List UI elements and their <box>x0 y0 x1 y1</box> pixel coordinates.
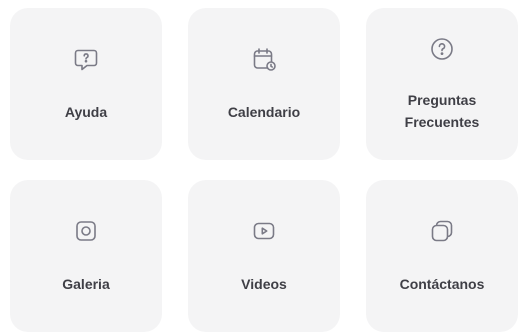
tile-galeria[interactable]: Galeria <box>10 180 162 332</box>
tile-label: Preguntas Frecuentes <box>404 92 480 130</box>
tile-label: Contáctanos <box>399 276 485 292</box>
question-circle-icon <box>428 35 456 63</box>
video-play-icon <box>250 217 278 245</box>
tile-contactanos[interactable]: Contáctanos <box>366 180 518 332</box>
tile-label: Ayuda <box>64 104 108 120</box>
tile-calendario[interactable]: Calendario <box>188 8 340 160</box>
help-chat-icon <box>72 45 100 73</box>
tile-label: Calendario <box>227 104 301 120</box>
tile-videos[interactable]: Videos <box>188 180 340 332</box>
tile-label: Galeria <box>62 276 110 292</box>
tile-label: Videos <box>241 276 287 292</box>
contact-cards-icon <box>428 217 456 245</box>
tile-preguntas-frecuentes[interactable]: Preguntas Frecuentes <box>366 8 518 160</box>
tile-ayuda[interactable]: Ayuda <box>10 8 162 160</box>
calendar-icon <box>250 45 278 73</box>
image-gallery-icon <box>72 217 100 245</box>
menu-grid: Ayuda Calendario Preguntas Frecuentes Ga… <box>0 0 520 336</box>
